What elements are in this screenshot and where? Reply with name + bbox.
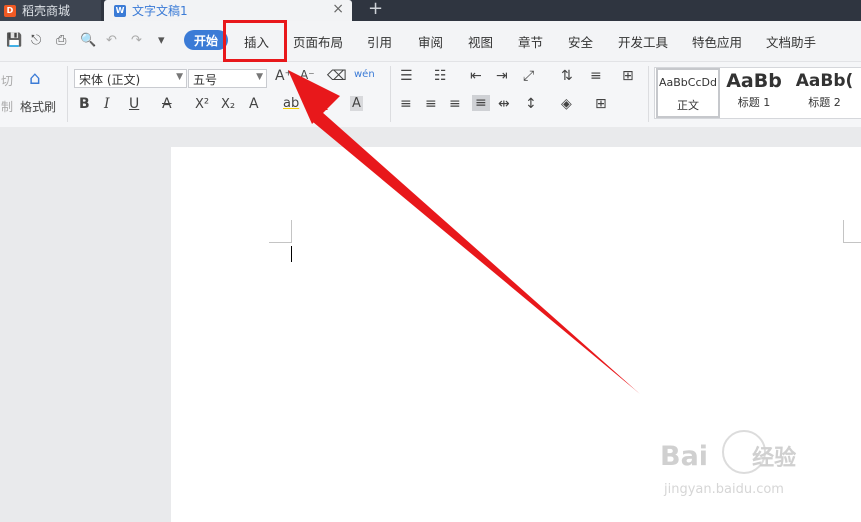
style-normal[interactable]: AaBbCcDd 正文 xyxy=(656,68,720,118)
char-shading-button[interactable]: A xyxy=(350,96,363,111)
ribbon-toolbar: 切 制 ⌂ 格式刷 宋体 (正文) ▼ 五号 ▼ A⁺ A⁻ ⌫ wén B I… xyxy=(0,62,861,128)
tab-bar: D 稻壳商城 W 文字文稿1 × + xyxy=(0,0,861,21)
paragraph-spacing-icon[interactable]: ↕ xyxy=(525,96,537,112)
font-name-select[interactable]: 宋体 (正文) ▼ xyxy=(74,69,187,88)
tab-document[interactable]: W 文字文稿1 × xyxy=(104,0,352,21)
watermark-brand: Bai 经验 xyxy=(660,441,797,472)
chevron-down-icon: ▼ xyxy=(256,72,263,82)
tab-document-label: 文字文稿1 xyxy=(132,4,188,18)
style-normal-preview: AaBbCcDd xyxy=(659,76,717,89)
styles-gallery: AaBbCcDd 正文 AaBb 标题 1 AaBb( 标题 2 xyxy=(654,67,861,119)
underline-button[interactable]: U xyxy=(129,96,139,112)
strikethrough-button[interactable]: A xyxy=(162,96,172,112)
font-size-select[interactable]: 五号 ▼ xyxy=(188,69,267,88)
sort-icon[interactable]: ⇅ xyxy=(561,68,573,84)
writer-doc-icon: W xyxy=(114,4,126,17)
align-left-icon[interactable]: ≡ xyxy=(400,96,412,112)
redo-icon[interactable]: ↷ xyxy=(131,33,142,48)
highlight-button[interactable]: ab xyxy=(283,96,299,111)
style-heading-2[interactable]: AaBb( 标题 2 xyxy=(787,68,861,118)
copy-label[interactable]: 制 xyxy=(1,98,13,115)
format-painter-label[interactable]: 格式刷 xyxy=(20,98,56,115)
style-heading-1-preview: AaBb xyxy=(726,70,782,92)
align-center-icon[interactable]: ≡ xyxy=(425,96,437,112)
bold-button[interactable]: B xyxy=(79,96,90,112)
chevron-down-icon: ▼ xyxy=(176,72,183,82)
bullet-list-icon[interactable]: ☰ xyxy=(400,68,413,84)
italic-button[interactable]: I xyxy=(104,96,110,112)
font-shrink-icon[interactable]: A⁻ xyxy=(300,68,315,82)
watermark-url: jingyan.baidu.com xyxy=(664,482,784,497)
borders-icon[interactable]: ⊞ xyxy=(595,96,607,112)
style-heading-2-preview: AaBb( xyxy=(795,71,854,91)
margin-corner-mark xyxy=(269,220,292,243)
phonetic-guide-icon[interactable]: wén xyxy=(354,69,375,80)
line-spacing-icon[interactable]: ≡ xyxy=(590,68,602,84)
cut-label[interactable]: 切 xyxy=(1,72,13,89)
numbered-list-icon[interactable]: ☷ xyxy=(434,68,447,84)
new-tab-icon[interactable]: + xyxy=(368,0,383,19)
menu-page-layout[interactable]: 页面布局 xyxy=(293,32,343,51)
print-icon[interactable]: ⎙ xyxy=(56,33,66,48)
align-right-icon[interactable]: ≡ xyxy=(449,96,461,112)
divider xyxy=(390,66,391,122)
menu-features[interactable]: 特色应用 xyxy=(692,32,742,51)
text-effect-button[interactable]: A xyxy=(249,96,259,112)
divider xyxy=(648,66,649,122)
menu-start-button[interactable]: 开始 xyxy=(184,30,228,50)
justify-icon[interactable]: ≡ xyxy=(472,95,490,111)
undo-icon[interactable]: ↶ xyxy=(106,33,117,48)
table-border-icon[interactable]: ⊞ xyxy=(622,68,634,84)
format-painter-brush-icon[interactable]: ⌂ xyxy=(29,68,40,89)
superscript-button[interactable]: X² xyxy=(195,97,209,112)
font-color-button[interactable]: A xyxy=(318,96,328,112)
style-heading-1[interactable]: AaBb 标题 1 xyxy=(723,68,785,118)
clear-format-icon[interactable]: ⌫ xyxy=(327,68,347,84)
print-preview-icon[interactable]: 🔍 xyxy=(80,33,96,48)
subscript-button[interactable]: X₂ xyxy=(221,97,235,112)
style-heading-1-name: 标题 1 xyxy=(737,96,771,109)
menu-bar: 💾 ⎋ ⎙ 🔍 ↶ ↷ ▾ 开始 插入 页面布局 引用 审阅 视图 章节 安全 … xyxy=(0,21,861,62)
menu-security[interactable]: 安全 xyxy=(568,32,593,51)
highlight-box xyxy=(223,20,287,62)
store-icon: D xyxy=(4,4,16,17)
tab-store-label: 稻壳商城 xyxy=(22,4,71,18)
increase-indent-icon[interactable]: ⇥ xyxy=(496,68,508,84)
style-normal-name: 正文 xyxy=(677,99,699,112)
font-name-value: 宋体 (正文) xyxy=(79,73,141,87)
save-icon[interactable]: 💾 xyxy=(6,33,22,48)
more-icon[interactable]: ▾ xyxy=(158,33,165,48)
margin-corner-mark xyxy=(843,220,861,243)
menu-chapter[interactable]: 章节 xyxy=(518,32,543,51)
distributed-align-icon[interactable]: ⇹ xyxy=(498,96,510,112)
tab-store[interactable]: D 稻壳商城 xyxy=(0,0,101,21)
decrease-indent-icon[interactable]: ⇤ xyxy=(470,68,482,84)
text-cursor xyxy=(291,246,292,262)
font-grow-icon[interactable]: A⁺ xyxy=(275,68,292,84)
menu-references[interactable]: 引用 xyxy=(367,32,392,51)
shading-icon[interactable]: ◈ xyxy=(561,96,572,112)
style-heading-2-name: 标题 2 xyxy=(808,96,841,109)
format-painter-icon[interactable]: ⎋ xyxy=(31,33,41,48)
divider xyxy=(67,66,68,122)
chinese-layout-icon[interactable]: ⤢ xyxy=(523,68,534,84)
font-size-value: 五号 xyxy=(193,73,218,87)
menu-review[interactable]: 审阅 xyxy=(418,32,443,51)
menu-doc-assistant[interactable]: 文档助手 xyxy=(766,32,816,51)
menu-view[interactable]: 视图 xyxy=(468,32,493,51)
close-icon[interactable]: × xyxy=(332,1,344,17)
menu-developer[interactable]: 开发工具 xyxy=(618,32,668,51)
